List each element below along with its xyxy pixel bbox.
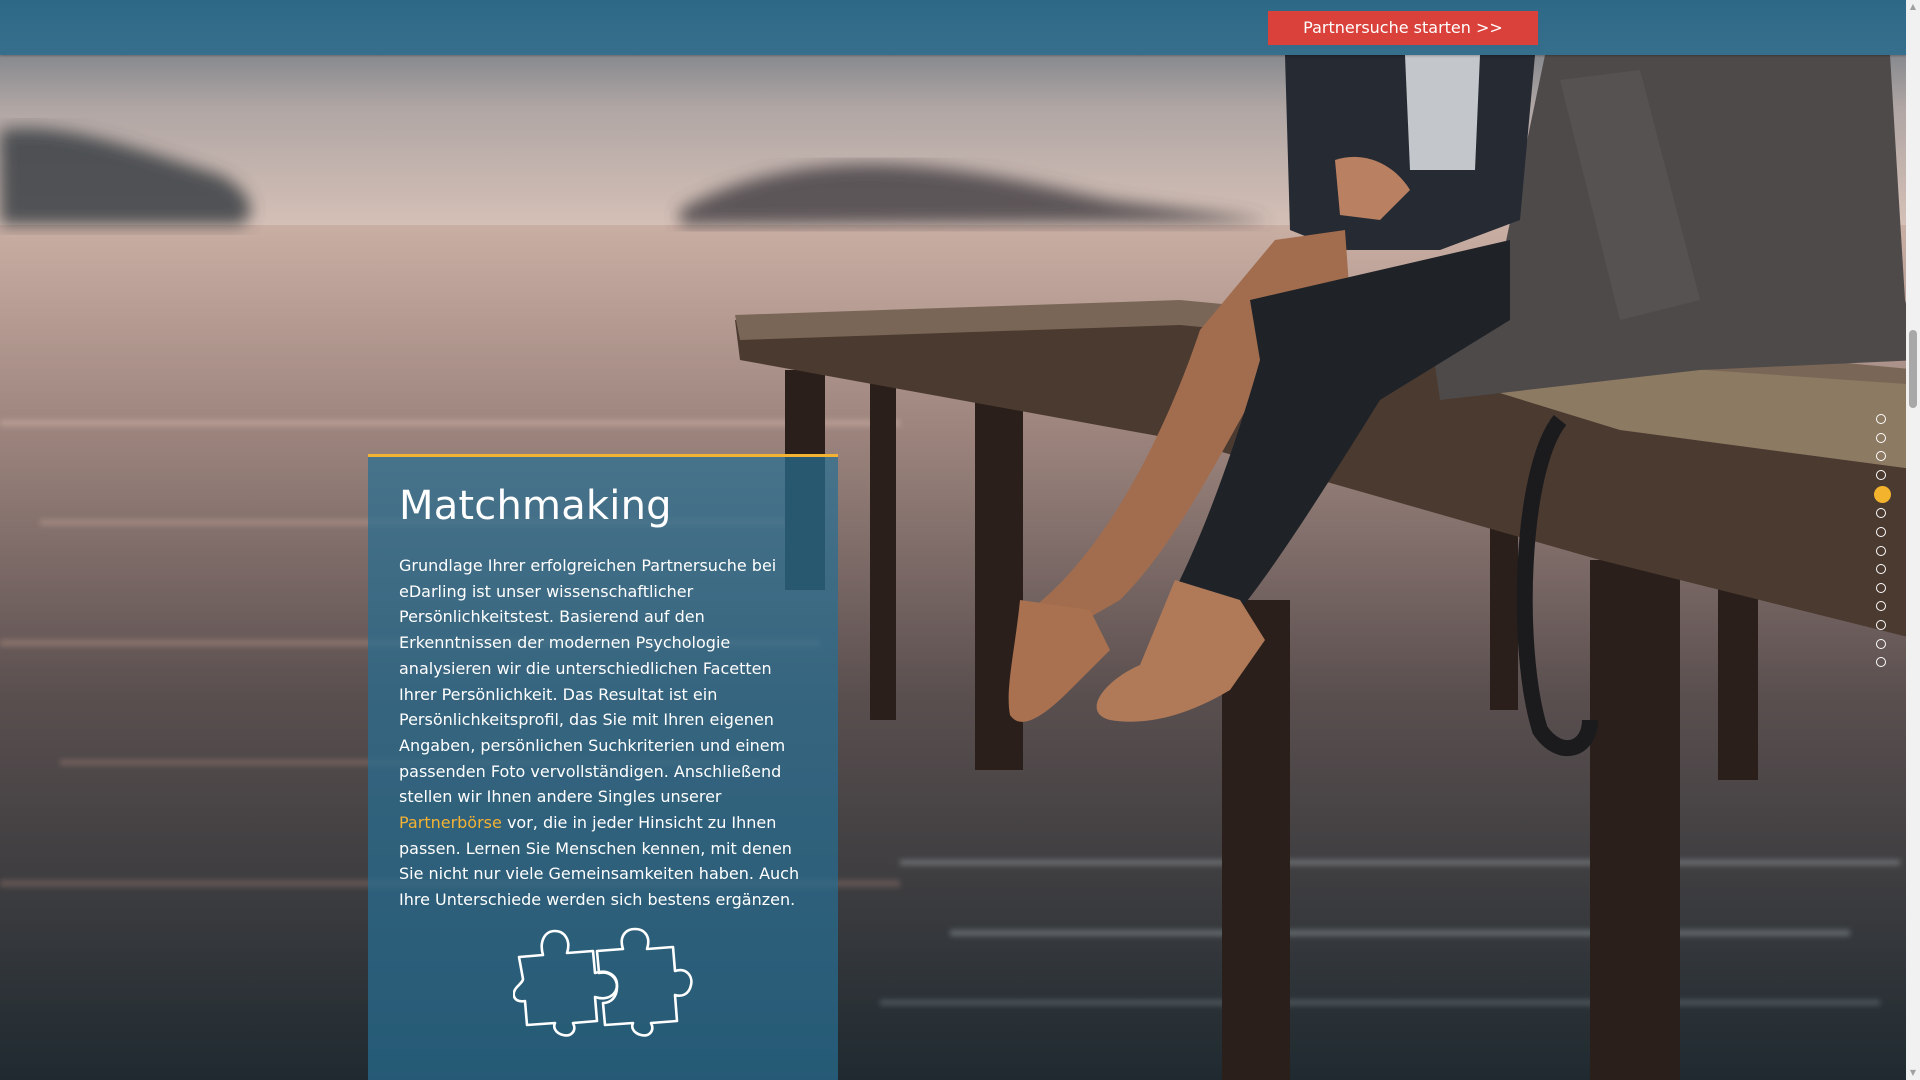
card-description: Grundlage Ihrer erfolgreichen Partnersuc… [399,553,805,913]
page: Partnersuche starten >> Matchmaking Grun… [0,0,1920,1080]
slide-dot[interactable] [1876,638,1886,649]
partnerboerse-link[interactable]: Partnerbörse [399,813,502,832]
slide-dot[interactable] [1876,582,1886,593]
background-photo [0,0,1920,1080]
scrollbar[interactable]: ▲ ▼ [1906,0,1920,1080]
matchmaking-card: Matchmaking Grundlage Ihrer erfolgreiche… [368,454,838,1080]
scroll-thumb[interactable] [1909,330,1917,408]
slide-dot[interactable] [1876,508,1886,519]
puzzle-icon [513,927,693,1037]
top-bar: Partnersuche starten >> [0,0,1906,55]
card-title: Matchmaking [399,483,672,529]
slide-dot[interactable] [1876,432,1886,443]
slide-dot[interactable] [1876,469,1886,480]
slide-dot[interactable] [1876,601,1886,612]
slide-dot[interactable] [1876,564,1886,575]
slide-dot[interactable] [1876,451,1886,462]
slide-dot[interactable] [1876,414,1886,424]
slide-dot[interactable] [1876,657,1886,668]
scroll-down-arrow-icon[interactable]: ▼ [1906,1066,1920,1080]
slide-dot[interactable] [1876,545,1886,556]
start-partner-search-button[interactable]: Partnersuche starten >> [1268,11,1538,45]
scroll-up-arrow-icon[interactable]: ▲ [1906,0,1920,14]
card-text-part-1: Grundlage Ihrer erfolgreichen Partnersuc… [399,556,786,807]
slide-dot[interactable] [1876,526,1886,537]
slide-navigation [1874,414,1891,676]
slide-dot[interactable] [1876,619,1886,630]
